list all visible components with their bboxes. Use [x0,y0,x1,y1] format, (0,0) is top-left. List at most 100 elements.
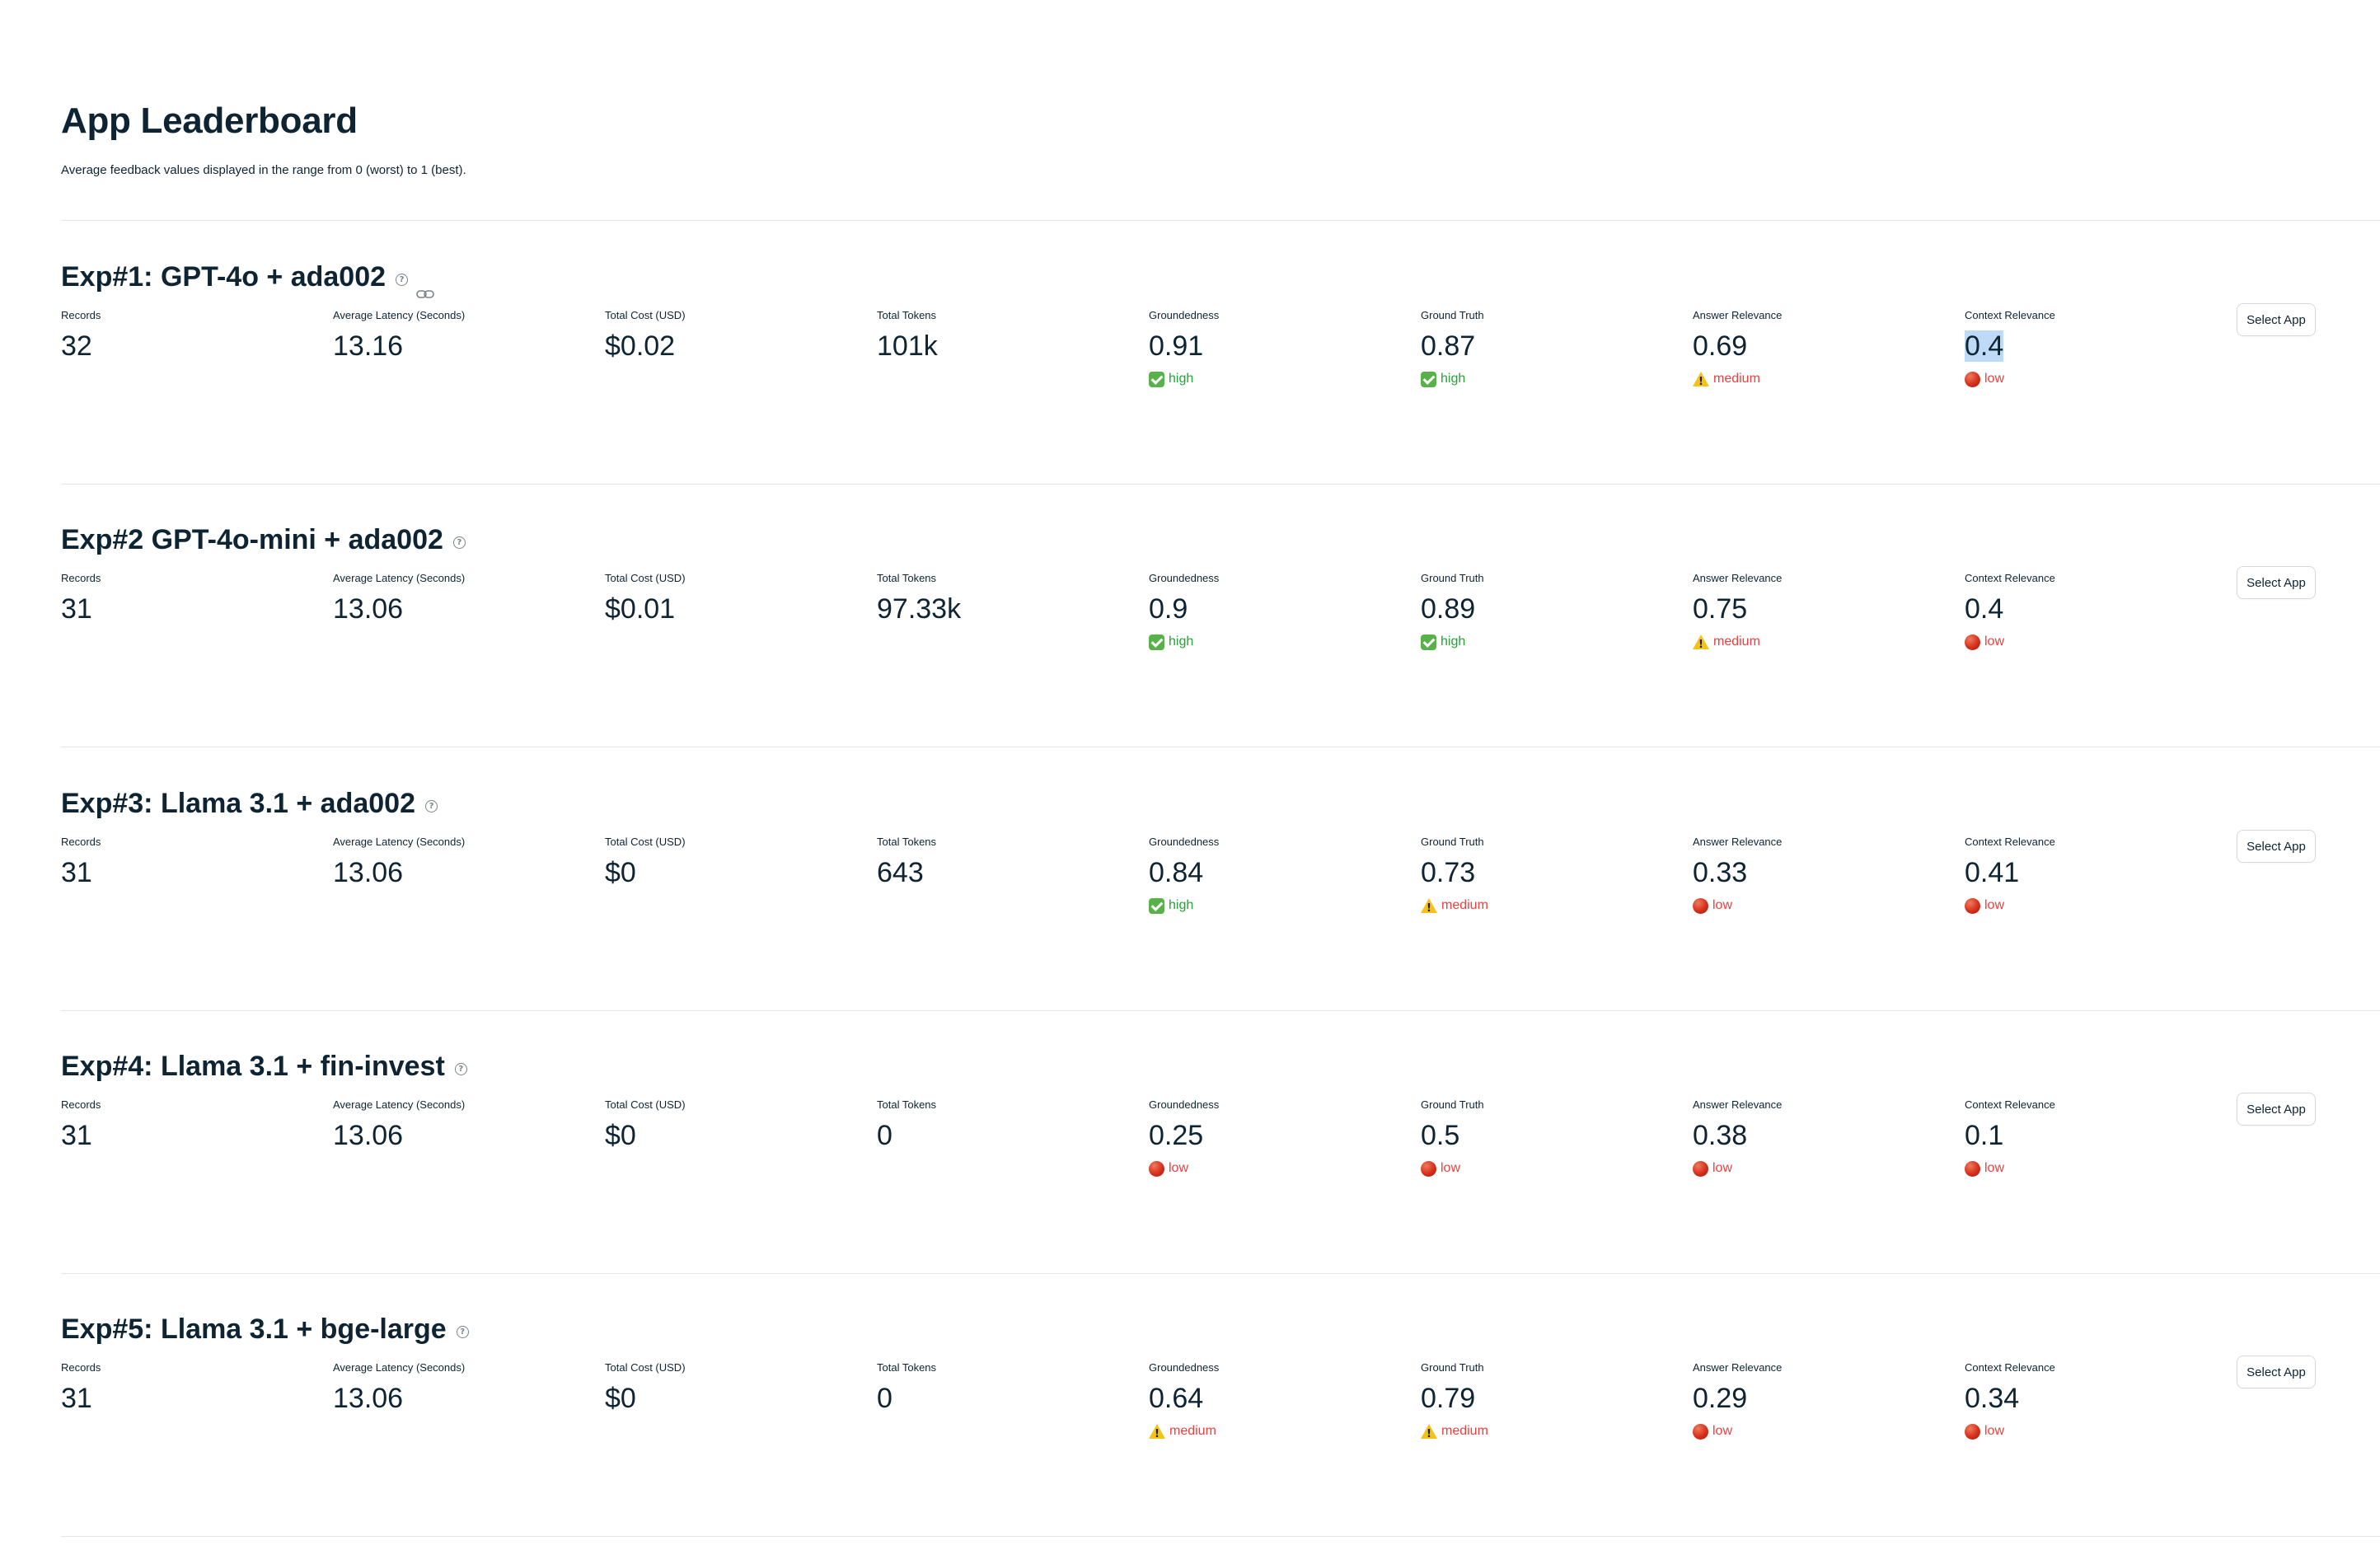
metric-value-text: 0.41 [1965,857,2020,888]
metric-value: 0.84 [1149,856,1413,889]
red-circle-icon [1965,634,1980,650]
metric-label: Groundedness [1149,309,1220,321]
metric-value-text: 0.29 [1693,1383,1748,1414]
red-circle-icon [1965,1423,1980,1440]
metric-total-tokens: Total Tokens 643 [877,835,1141,889]
metric-value-text: 13.06 [333,593,404,625]
metric-label: Total Tokens [877,572,937,584]
metric-value: 0.1 [1965,1119,2228,1152]
metric-context-relevance: Context Relevance 0.34 low [1965,1360,2228,1440]
metric-value-text: 0.5 [1421,1120,1460,1151]
metric-value: 0.4 [1965,330,2228,363]
metric-records: Records 31 [61,1098,325,1152]
divider [61,1273,2380,1274]
metric-value: 97.33k [877,592,1141,625]
app-row: Exp#1: GPT-4o + ada002? Records 32 Average … [61,259,2380,498]
metric-groundedness: Groundedness 0.64 medium [1149,1360,1413,1444]
metric-value: 13.06 [333,856,597,889]
metric-label: Context Relevance [1965,572,2055,584]
metric-value-text: $0 [605,857,636,888]
help-circle-icon[interactable]: ? [424,799,438,812]
help-circle-icon[interactable]: ? [456,1325,469,1338]
metric-label: Context Relevance [1965,1361,2055,1374]
divider [61,1536,2380,1537]
metric-value-text: 0.73 [1421,857,1476,888]
metric-value: 0.25 [1149,1119,1413,1152]
help-circle-icon[interactable]: ? [452,536,466,549]
metric-value: 0.69 [1693,330,1956,363]
red-circle-icon [1149,1160,1164,1177]
metric-delta: low [1965,633,2228,651]
metric-value: 0.91 [1149,330,1413,363]
red-circle-icon [1965,371,1980,387]
select-app-button[interactable]: Select App [2237,566,2316,599]
metric-label: Answer Relevance [1693,1098,1783,1111]
metric-value-text: 0.1 [1965,1120,2004,1151]
metric-value: 13.06 [333,592,597,625]
metric-delta: medium [1693,370,1956,391]
metric-value-text: 0.4 [1965,330,2004,362]
metric-delta: high [1149,370,1413,388]
red-circle-icon [1693,1423,1708,1440]
metric-label: Context Relevance [1965,1098,2055,1111]
metric-label: Records [61,309,101,321]
app-row: Exp#4: Llama 3.1 + fin-invest? Records 31 A… [61,1048,2380,1287]
metric-records: Records 31 [61,571,325,625]
metric-value-text: $0 [605,1120,636,1151]
metric-value: $0 [605,856,869,889]
metric-label: Total Cost (USD) [605,572,686,584]
select-app-button[interactable]: Select App [2237,1093,2316,1126]
metric-delta-label: medium [1169,1424,1216,1438]
metric-answer-relevance: Answer Relevance 0.69 medium [1693,308,1956,391]
app-title-text: Exp#3: Llama 3.1 + ada002 [61,787,415,819]
metric-value-text: $0.02 [605,330,676,362]
metric-value-text: 0.38 [1693,1120,1748,1151]
metric-value: $0 [605,1119,869,1152]
metric-value-text: 31 [61,593,92,625]
metric-delta-label: medium [1441,1424,1488,1438]
help-circle-icon[interactable]: ? [396,273,409,286]
metric-total-tokens: Total Tokens 101k [877,308,1141,363]
help-circle-icon[interactable]: ? [454,1062,467,1075]
select-app-button[interactable]: Select App [2237,1356,2316,1388]
app-title: Exp#3: Llama 3.1 + ada002? [61,785,438,822]
metric-answer-relevance: Answer Relevance 0.75 medium [1693,571,1956,654]
metric-value: 0.5 [1421,1119,1684,1152]
metric-average-latency: Average Latency (Seconds) 13.06 [333,835,597,889]
metric-label: Groundedness [1149,1098,1220,1111]
metric-delta: low [1421,1159,1684,1178]
metric-value-text: 13.16 [333,330,404,362]
metric-delta: medium [1693,633,1956,654]
metric-average-latency: Average Latency (Seconds) 13.16 [333,308,597,363]
metric-delta-label: low [1712,1424,1733,1438]
metric-delta-label: low [1984,1424,2005,1438]
metric-value: 13.06 [333,1382,597,1415]
link-icon[interactable] [416,274,434,298]
metric-delta: low [1965,370,2228,388]
metric-delta: low [1965,1422,2228,1440]
metric-records: Records 32 [61,308,325,363]
metric-value: 0 [877,1382,1141,1415]
metric-value-text: 0.75 [1693,593,1748,625]
select-app-button[interactable]: Select App [2237,303,2316,336]
metric-delta: high [1421,633,1684,651]
metric-value-text: 32 [61,330,92,362]
metric-delta: high [1149,897,1413,915]
metric-label: Ground Truth [1421,836,1484,848]
metric-ground-truth: Ground Truth 0.79 medium [1421,1360,1684,1444]
warning-icon [1693,372,1709,391]
metric-ground-truth: Ground Truth 0.87 high [1421,308,1684,388]
metric-value-text: 0.34 [1965,1383,2020,1414]
metric-value-text: 0 [877,1383,892,1414]
metric-label: Groundedness [1149,836,1220,848]
metric-groundedness: Groundedness 0.25 low [1149,1098,1413,1178]
metric-label: Total Tokens [877,1098,937,1111]
metric-label: Total Cost (USD) [605,309,686,321]
metric-delta-label: medium [1713,372,1760,386]
metric-label: Total Cost (USD) [605,1361,686,1374]
metric-label: Records [61,572,101,584]
metric-value: 0.41 [1965,856,2228,889]
select-app-button[interactable]: Select App [2237,830,2316,863]
metric-delta: low [1965,897,2228,915]
metric-value: 101k [877,330,1141,363]
